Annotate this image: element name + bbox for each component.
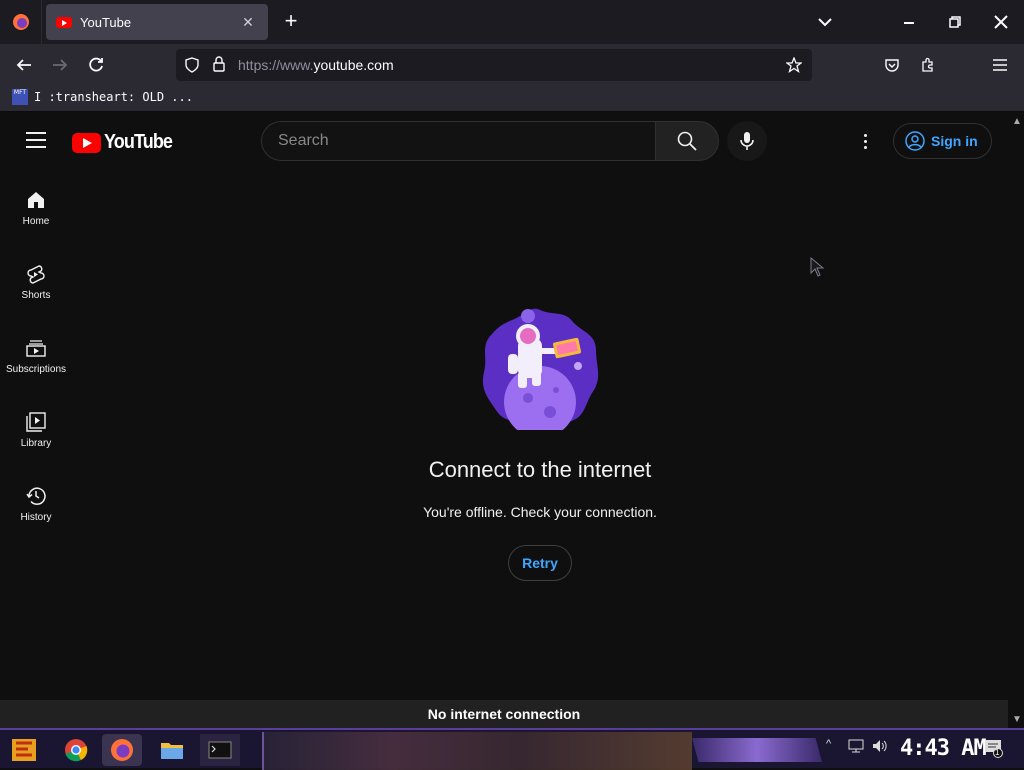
shorts-icon <box>27 265 45 284</box>
firefox-view-button[interactable] <box>0 0 42 44</box>
tab-youtube[interactable]: YouTube ✕ <box>46 4 268 40</box>
offline-title: Connect to the internet <box>428 457 652 482</box>
youtube-favicon-icon <box>56 16 72 28</box>
microphone-icon <box>740 132 754 150</box>
taskbar-terminal[interactable] <box>200 734 240 766</box>
forward-button[interactable] <box>46 52 74 78</box>
app-menu-button[interactable] <box>986 52 1014 78</box>
extensions-button[interactable] <box>914 52 942 78</box>
new-tab-button[interactable]: + <box>280 10 302 34</box>
taskbar-file-explorer[interactable] <box>152 734 192 766</box>
more-vert-icon <box>863 133 867 137</box>
arrow-right-icon <box>53 59 68 71</box>
mouse-cursor-icon <box>810 257 825 277</box>
lock-icon[interactable] <box>212 56 226 72</box>
terminal-icon <box>208 741 232 759</box>
close-tab-icon[interactable]: ✕ <box>238 14 258 31</box>
close-icon <box>994 15 1008 29</box>
youtube-page: YouTube Search Sign in Home Shorts Subsc… <box>0 112 1024 700</box>
voice-search-button[interactable] <box>727 121 767 161</box>
puzzle-icon <box>922 57 933 72</box>
youtube-logo-text: YouTube <box>104 131 173 153</box>
bookmark-item[interactable]: MFT I :transheart: OLD ... <box>12 89 193 105</box>
retry-button[interactable]: Retry <box>508 545 572 581</box>
guide-label: Library <box>20 438 52 449</box>
search-input[interactable]: Search <box>261 121 656 161</box>
minimize-button[interactable] <box>886 0 932 44</box>
guide-label: Subscriptions <box>5 364 67 375</box>
taskbar-firefox[interactable] <box>102 734 142 766</box>
offline-message: You're offline. Check your connection. <box>423 504 657 520</box>
volume-icon[interactable] <box>872 738 888 757</box>
search-button[interactable] <box>655 121 719 161</box>
network-offline-icon <box>848 739 864 753</box>
guide-label: History <box>20 512 52 523</box>
minimize-icon <box>904 22 914 24</box>
restore-icon <box>949 16 961 28</box>
taskbar-decoration <box>262 732 692 770</box>
reload-button[interactable] <box>82 52 110 78</box>
hamburger-menu-icon <box>993 59 1007 71</box>
browser-nav-bar: https://www.youtube.com <box>0 44 1024 86</box>
close-window-button[interactable] <box>978 0 1024 44</box>
browser-tab-bar: YouTube ✕ + <box>0 0 1024 44</box>
pocket-icon <box>885 59 899 72</box>
taskbar-chrome[interactable] <box>56 734 96 766</box>
settings-more-button[interactable] <box>853 129 877 153</box>
shield-icon[interactable] <box>184 57 200 73</box>
tab-title: YouTube <box>80 14 132 30</box>
restore-button[interactable] <box>932 0 978 44</box>
account-circle-icon <box>905 131 925 151</box>
folder-icon <box>161 743 183 759</box>
offline-astronaut-illustration <box>482 308 599 430</box>
home-icon <box>28 192 44 208</box>
notifications-button[interactable]: 1 <box>984 738 1004 761</box>
taskbar-clock[interactable]: 4:43 AM <box>900 736 987 761</box>
guide-menu-button[interactable] <box>26 132 46 148</box>
guide-label: Shorts <box>21 290 51 301</box>
taskbar-decoration-bar <box>692 738 822 762</box>
reload-icon <box>89 57 103 72</box>
chrome-icon <box>65 739 88 762</box>
youtube-logo[interactable]: YouTube <box>72 131 180 154</box>
start-logo-icon <box>12 739 36 761</box>
notification-count: 1 <box>995 748 1000 757</box>
guide-item-shorts[interactable]: Shorts <box>0 258 72 318</box>
search-icon <box>677 131 697 151</box>
connection-status-bar: No internet connection <box>0 700 1008 728</box>
chevron-down-icon <box>818 18 832 27</box>
bookmark-favicon-icon: MFT <box>12 89 28 105</box>
guide-item-history[interactable]: History <box>0 480 72 540</box>
network-icon[interactable] <box>848 738 864 757</box>
url-bar[interactable]: https://www.youtube.com <box>176 49 812 81</box>
bookmarks-toolbar: MFT I :transheart: OLD ... <box>0 86 1024 112</box>
guide-item-home[interactable]: Home <box>0 184 72 244</box>
bookmark-label: I :transheart: OLD ... <box>34 90 193 104</box>
history-icon <box>26 487 46 505</box>
youtube-play-icon <box>72 132 101 153</box>
windows-taskbar: ^ 4:43 AM 1 <box>0 728 1024 770</box>
back-button[interactable] <box>10 52 38 78</box>
guide-label: Home <box>22 216 50 227</box>
sign-in-button[interactable]: Sign in <box>893 123 992 159</box>
arrow-left-icon <box>16 59 31 71</box>
notification-icon <box>985 740 1003 758</box>
guide-item-library[interactable]: Library <box>0 406 72 466</box>
star-bookmark-icon[interactable] <box>786 57 802 73</box>
firefox-icon <box>111 739 133 761</box>
pocket-button[interactable] <box>878 52 906 78</box>
scroll-up-arrow-icon[interactable]: ▲ <box>1012 116 1022 127</box>
list-all-tabs-button[interactable] <box>815 12 835 32</box>
show-hidden-icons-button[interactable]: ^ <box>826 738 831 750</box>
scroll-down-arrow-icon[interactable]: ▼ <box>1012 714 1022 725</box>
guide-item-subscriptions[interactable]: Subscriptions <box>0 332 72 392</box>
start-button[interactable] <box>4 734 44 766</box>
url-text: https://www.youtube.com <box>238 57 394 73</box>
library-icon <box>26 412 46 432</box>
subscriptions-icon <box>26 340 46 357</box>
firefox-icon <box>12 14 29 30</box>
speaker-icon <box>873 740 887 752</box>
sign-in-label: Sign in <box>931 133 978 149</box>
